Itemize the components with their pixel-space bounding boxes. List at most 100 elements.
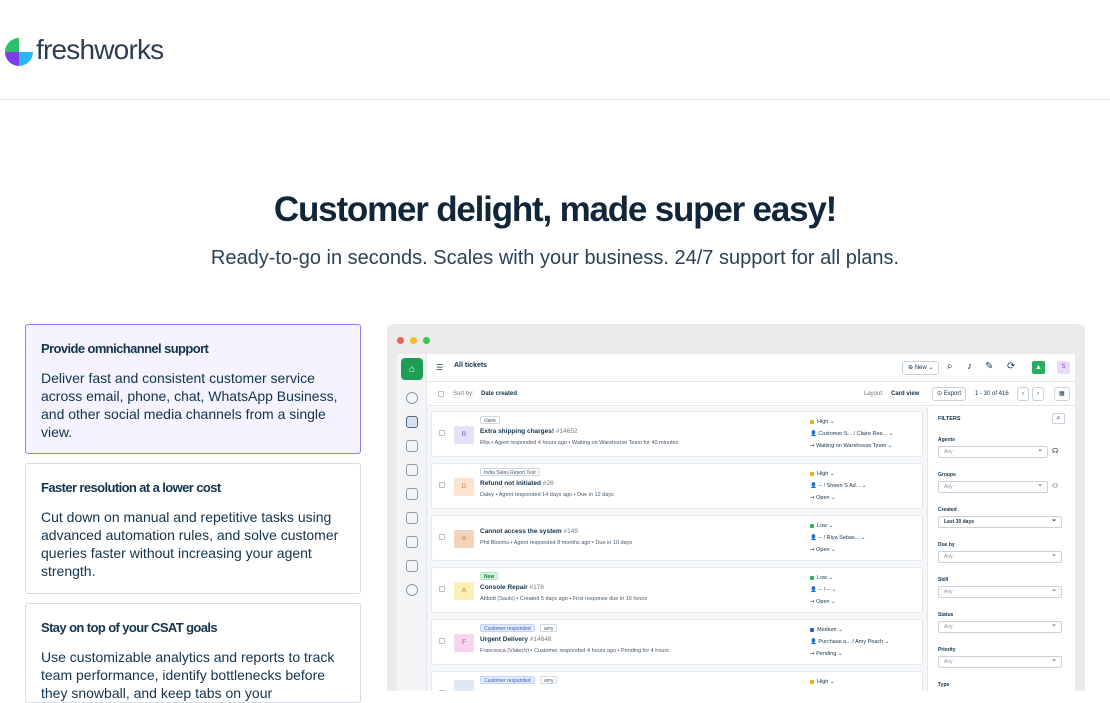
menu-icon[interactable]: ☰	[436, 363, 443, 372]
ticket-tag: New	[480, 572, 499, 580]
new-button[interactable]: ⊕ New ⌄	[902, 361, 940, 375]
filter-search-icon[interactable]: ⌕	[1052, 413, 1065, 424]
reports-icon[interactable]	[406, 560, 418, 572]
ticket-status: Open	[816, 495, 830, 501]
tickets-icon[interactable]	[406, 416, 418, 428]
app-sidebar: ⌂	[397, 354, 427, 691]
ticket-tag-secondary: amy	[540, 676, 558, 684]
compose-icon[interactable]: ✎	[985, 362, 993, 372]
search-icon[interactable]: ⌕	[947, 362, 953, 372]
settings-icon[interactable]	[406, 584, 418, 596]
freshworks-logo[interactable]: freshworks	[5, 34, 164, 66]
requester-avatar: ☺	[454, 530, 474, 548]
ticket-status: Waiting on Warehouse Team	[816, 443, 887, 449]
ticket-meta: Rita • Agent responded 4 hours ago • Wai…	[480, 440, 679, 446]
ticket-card[interactable]: ☺ Cannot access the system #149 Phil Blo…	[431, 515, 923, 561]
chat-icon[interactable]	[406, 512, 418, 524]
ticket-number: #14652	[555, 428, 578, 435]
ticket-priority: High	[817, 419, 829, 425]
ticket-properties[interactable]: High ⌄	[810, 676, 834, 688]
groups-icon[interactable]	[406, 536, 418, 548]
ticket-assignee: Purchase a... / Amy Peach	[818, 639, 884, 645]
ticket-subject: Cannot access the system #149	[480, 528, 578, 535]
ticket-checkbox[interactable]	[439, 586, 445, 592]
alerts-icon[interactable]	[406, 464, 418, 476]
ticket-properties[interactable]: Medium ⌄ 👤 Purchase a... / Amy Peach ⌄ ⇝…	[810, 624, 889, 660]
export-button[interactable]: ⊙ Export	[932, 387, 967, 401]
filter-label: Created	[938, 507, 957, 513]
pagination-text: 1 - 30 of 416	[975, 391, 1009, 397]
priority-filter-select[interactable]: Any	[938, 655, 1062, 668]
feature-card-csat[interactable]: Stay on top of your CSAT goals Use custo…	[25, 603, 361, 703]
contacts-icon[interactable]	[406, 440, 418, 452]
feature-card-body: Cut down on manual and repetitive tasks …	[41, 509, 339, 579]
refresh-icon[interactable]: ⟳	[1007, 362, 1015, 372]
ticket-checkbox[interactable]	[439, 482, 445, 488]
ticket-card[interactable]: A New Console Repair #176 Abbott (Sauls)…	[431, 567, 923, 613]
apps-icon[interactable]: ▲	[1032, 361, 1045, 374]
brand-name: freshworks	[36, 34, 164, 65]
ticket-properties[interactable]: High ⌄ 👤 Customer S... / Claire Ree... ⌄…	[810, 416, 893, 452]
feature-card-title: Provide omnichannel support	[41, 341, 209, 356]
ticket-assignee: Customer S... / Claire Ree...	[818, 431, 888, 437]
view-settings-button[interactable]: ▦	[1054, 387, 1070, 401]
feature-card-omnichannel[interactable]: Provide omnichannel support Deliver fast…	[25, 324, 361, 454]
view-title: All tickets	[454, 362, 488, 369]
priority-icon	[810, 627, 814, 632]
ticket-card[interactable]: R claire Extra shipping charges! #14652 …	[431, 411, 923, 457]
helpdesk-app: ⌂ ☰ All tickets ⊕ New ⌄ ⌕ ♪ ✎ ⟳ ▲ S Sort…	[397, 354, 1075, 691]
notification-bell-icon[interactable]: ♪	[967, 362, 972, 372]
groups-filter-select[interactable]: Any	[938, 480, 1048, 493]
priority-icon	[810, 679, 814, 684]
status-filter-select[interactable]: Any	[938, 620, 1062, 633]
freshworks-logo-icon	[5, 38, 33, 66]
ticket-list: R claire Extra shipping charges! #14652 …	[427, 407, 927, 691]
ticket-status: Open	[816, 547, 830, 553]
next-page-button[interactable]: ›	[1032, 387, 1044, 401]
dashboard-icon[interactable]	[406, 392, 418, 404]
feature-card-body: Use customizable analytics and reports t…	[41, 649, 335, 701]
product-screenshot: ⌂ ☰ All tickets ⊕ New ⌄ ⌕ ♪ ✎ ⟳ ▲ S Sort…	[387, 324, 1085, 691]
ticket-priority: Low	[817, 575, 828, 581]
previous-page-button[interactable]: ‹	[1017, 387, 1029, 401]
ticket-number: #149	[563, 528, 578, 535]
requester-avatar	[454, 680, 474, 691]
ticket-tag: Customer responded	[480, 624, 535, 632]
ticket-priority: Low	[817, 523, 828, 529]
ticket-assignee: -- / Riya Sebas...	[818, 535, 860, 541]
sort-dropdown[interactable]: Date created	[481, 391, 517, 397]
agents-filter-select[interactable]: Any	[938, 445, 1048, 458]
ticket-priority: High	[817, 471, 829, 477]
ticket-subject: Urgent Delivery #14648	[480, 636, 552, 643]
ticket-meta: Daley • Agent responded 14 days ago • Du…	[480, 492, 614, 498]
ticket-tag-secondary: amy	[540, 624, 558, 632]
created-filter-select[interactable]: Last 30 days	[938, 515, 1062, 528]
ticket-card[interactable]: F Customer responded amy Urgent Delivery…	[431, 619, 923, 665]
ticket-assignee: -- / Sheen S Ad...	[818, 483, 861, 489]
ticket-checkbox[interactable]	[439, 430, 445, 436]
due-by-filter-select[interactable]: Any	[938, 550, 1062, 563]
select-all-checkbox[interactable]	[438, 391, 444, 397]
ticket-tag: Customer responded	[480, 676, 535, 684]
layout-dropdown[interactable]: Card view	[891, 391, 919, 397]
skill-filter-select[interactable]: Any	[938, 585, 1062, 598]
hero-subtitle: Ready-to-go in seconds. Scales with your…	[210, 247, 900, 269]
ticket-card[interactable]: Customer responded amy High ⌄	[431, 671, 923, 691]
ticket-subject: Refund not initiated #26	[480, 480, 554, 487]
site-header: freshworks	[0, 0, 1110, 100]
ticket-tag: India Sales Report Test	[480, 468, 540, 476]
knowledge-base-icon[interactable]	[406, 488, 418, 500]
ticket-checkbox[interactable]	[439, 638, 445, 644]
ticket-checkbox[interactable]	[439, 534, 445, 540]
ticket-card[interactable]: D India Sales Report Test Refund not ini…	[431, 463, 923, 509]
ticket-number: #26	[542, 480, 554, 487]
user-avatar[interactable]: S	[1057, 361, 1070, 374]
ticket-number: #176	[529, 584, 544, 591]
ticket-subject: Console Repair #176	[480, 584, 544, 591]
feature-card-resolution[interactable]: Faster resolution at a lower cost Cut do…	[25, 463, 361, 594]
ticket-properties[interactable]: Low ⌄ 👤 -- / Riya Sebas... ⌄ ⇝ Open ⌄	[810, 520, 866, 556]
group-icon[interactable]: ⚇	[1052, 482, 1058, 490]
ticket-properties[interactable]: High ⌄ 👤 -- / Sheen S Ad... ⌄ ⇝ Open ⌄	[810, 468, 866, 504]
agent-headset-icon[interactable]: ☊	[1052, 447, 1058, 455]
ticket-properties[interactable]: Low ⌄ 👤 -- / -- ⌄ ⇝ Open ⌄	[810, 572, 836, 608]
